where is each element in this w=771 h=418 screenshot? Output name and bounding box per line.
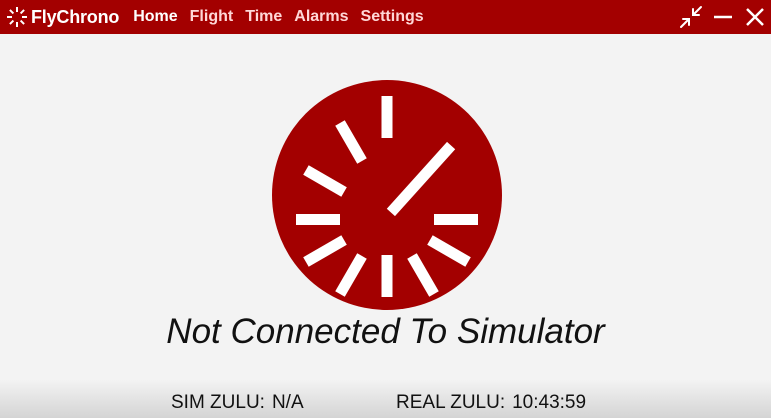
minimize-icon (714, 15, 732, 19)
sim-zulu: SIM ZULU: N/A (171, 392, 304, 414)
nav-item-time[interactable]: Time (245, 8, 282, 26)
real-zulu-value: 10:43:59 (512, 392, 587, 413)
clock-icon (272, 80, 502, 310)
main-nav: Home Flight Time Alarms Settings (133, 8, 435, 26)
sim-zulu-value: N/A (271, 392, 304, 413)
nav-item-settings[interactable]: Settings (361, 8, 424, 26)
brand: FlyChrono (6, 6, 119, 28)
window-controls (675, 0, 771, 34)
close-button[interactable] (739, 0, 771, 34)
minimize-button[interactable] (707, 0, 739, 34)
app-name: FlyChrono (31, 6, 120, 27)
nav-item-alarms[interactable]: Alarms (294, 8, 348, 26)
title-bar: FlyChrono Home Flight Time Alarms Settin… (0, 0, 771, 34)
home-panel: Not Connected To Simulator (0, 34, 771, 380)
real-zulu-label: REAL ZULU: (396, 392, 506, 413)
nav-item-flight[interactable]: Flight (190, 8, 234, 26)
connection-status: Not Connected To Simulator (166, 312, 605, 351)
real-zulu: REAL ZULU: 10:43:59 (396, 392, 586, 414)
compress-button[interactable] (675, 0, 707, 34)
sunburst-icon (7, 7, 27, 27)
app-window: FlyChrono Home Flight Time Alarms Settin… (0, 0, 771, 418)
nav-item-home[interactable]: Home (133, 8, 177, 26)
sim-zulu-label: SIM ZULU: (171, 392, 265, 413)
compress-icon (680, 6, 702, 28)
close-icon (746, 8, 764, 26)
status-bar: SIM ZULU: N/A REAL ZULU: 10:43:59 (0, 380, 771, 418)
